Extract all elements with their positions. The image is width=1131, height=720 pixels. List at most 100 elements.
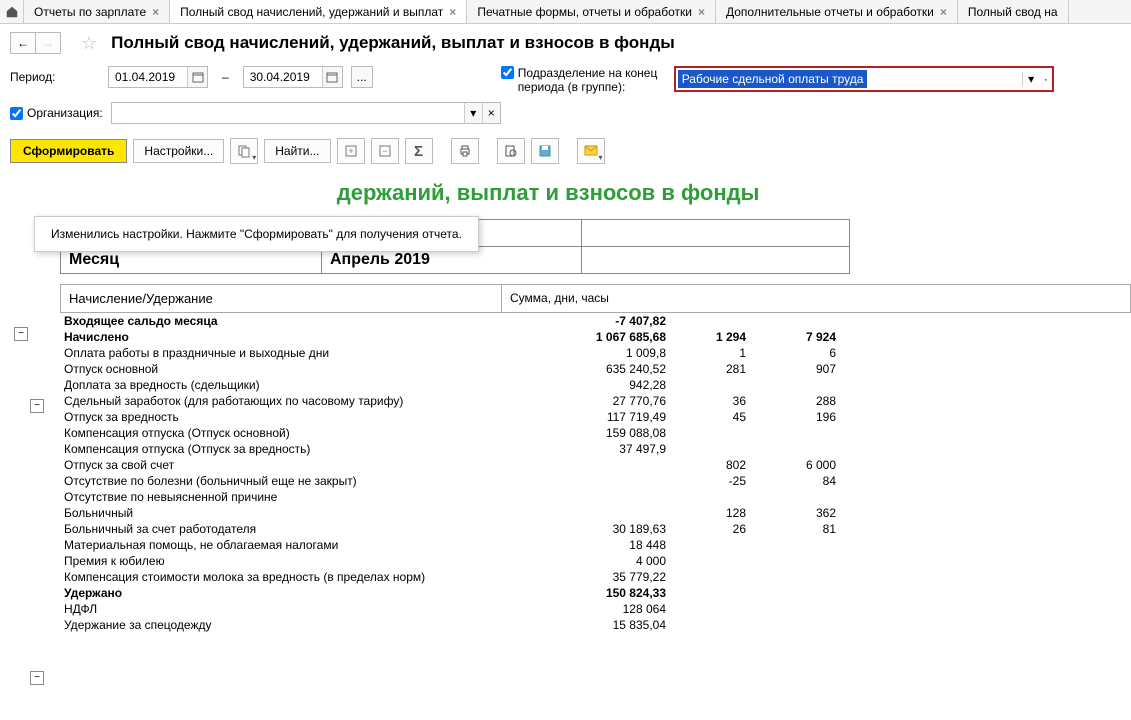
copy-icon[interactable]: ▾ xyxy=(230,138,258,164)
cell-amount xyxy=(500,489,670,505)
subdivision-label: Подразделение на конец периода (в группе… xyxy=(518,66,668,94)
date-from-field[interactable] xyxy=(109,70,187,84)
cell-hours: 6 000 xyxy=(750,457,840,473)
preview-icon[interactable] xyxy=(497,138,525,164)
home-tab[interactable] xyxy=(0,0,24,23)
print-icon[interactable] xyxy=(451,138,479,164)
date-from-input[interactable] xyxy=(108,66,208,88)
report-title: Полный свод начислений, удержаний, выпла… xyxy=(30,180,1131,206)
chevron-down-icon[interactable]: ▾ xyxy=(1022,72,1040,86)
cell-hours xyxy=(750,601,840,617)
table-row: Удержано150 824,33 xyxy=(60,585,1131,601)
subdivision-value: Рабочие сдельной оплаты труда xyxy=(678,70,868,88)
tree-collapse-icon[interactable]: − xyxy=(30,671,44,685)
cell-name: Удержано xyxy=(60,585,500,601)
table-row: Больничный за счет работодателя30 189,63… xyxy=(60,521,1131,537)
tab-reports[interactable]: Отчеты по зарплате× xyxy=(24,0,170,23)
cell-name: Отпуск за вредность xyxy=(60,409,500,425)
find-button[interactable]: Найти... xyxy=(264,139,330,163)
close-icon[interactable]: × xyxy=(152,5,159,19)
cell-days xyxy=(670,585,750,601)
close-icon[interactable]: × xyxy=(698,5,705,19)
cell-name: Отпуск основной xyxy=(60,361,500,377)
cell-hours xyxy=(750,585,840,601)
organization-combo[interactable]: ▾ × xyxy=(111,102,501,124)
favorite-icon[interactable]: ☆ xyxy=(81,33,97,54)
cell-hours xyxy=(750,489,840,505)
table-row: Отпуск за свой счет8026 000 xyxy=(60,457,1131,473)
tab-print-forms[interactable]: Печатные формы, отчеты и обработки× xyxy=(467,0,716,23)
cell-amount xyxy=(500,505,670,521)
form-button[interactable]: Сформировать xyxy=(10,139,127,163)
forward-button[interactable]: → xyxy=(35,32,61,54)
collapse-all-icon[interactable]: − xyxy=(371,138,399,164)
cell-hours xyxy=(750,537,840,553)
cell-name: Отсутствие по невыясненной причине xyxy=(60,489,500,505)
cell-amount: 4 000 xyxy=(500,553,670,569)
svg-text:+: + xyxy=(348,146,353,156)
cell-amount xyxy=(500,457,670,473)
close-icon[interactable]: × xyxy=(940,5,947,19)
tree-collapse-icon[interactable]: − xyxy=(14,327,28,341)
tree-collapse-icon[interactable]: − xyxy=(30,399,44,413)
cell-name: НДФЛ xyxy=(60,601,500,617)
cell-amount: 35 779,22 xyxy=(500,569,670,585)
expand-all-icon[interactable]: + xyxy=(337,138,365,164)
close-icon[interactable]: × xyxy=(449,5,456,19)
clear-icon[interactable]: × xyxy=(482,103,500,123)
cell-hours: 81 xyxy=(750,521,840,537)
cell-amount: 37 497,9 xyxy=(500,441,670,457)
cell-amount: 128 064 xyxy=(500,601,670,617)
table-row: Доплата за вредность (сдельщики)942,28 xyxy=(60,377,1131,393)
table-row: Входящее сальдо месяца-7 407,82 xyxy=(60,313,1131,329)
date-to-field[interactable] xyxy=(244,70,322,84)
cell-amount: 635 240,52 xyxy=(500,361,670,377)
cell-days: 281 xyxy=(670,361,750,377)
cell-hours: 196 xyxy=(750,409,840,425)
table-row: Компенсация отпуска (Отпуск за вредность… xyxy=(60,441,1131,457)
cell-days xyxy=(670,441,750,457)
period-picker-button[interactable]: ... xyxy=(351,66,373,88)
cell-amount: 150 824,33 xyxy=(500,585,670,601)
calendar-icon[interactable] xyxy=(187,67,207,87)
table-row: Больничный128362 xyxy=(60,505,1131,521)
cell-name: Доплата за вредность (сдельщики) xyxy=(60,377,500,393)
tab-full-summary-2[interactable]: Полный свод на xyxy=(958,0,1069,23)
cell-days: 128 xyxy=(670,505,750,521)
cell-days: 1 xyxy=(670,345,750,361)
cell-days: 26 xyxy=(670,521,750,537)
svg-text:−: − xyxy=(382,146,387,156)
cell-hours xyxy=(750,617,840,633)
cell-amount: 1 067 685,68 xyxy=(500,329,670,345)
table-row: Удержание за спецодежду15 835,04 xyxy=(60,617,1131,633)
subdivision-combo[interactable]: Рабочие сдельной оплаты труда ▾ · xyxy=(674,66,1054,92)
subdivision-checkbox[interactable] xyxy=(501,66,514,79)
organization-field[interactable] xyxy=(112,103,464,123)
cell-amount: 117 719,49 xyxy=(500,409,670,425)
cell-hours xyxy=(750,569,840,585)
save-icon[interactable] xyxy=(531,138,559,164)
combo-more-icon[interactable]: · xyxy=(1040,72,1052,86)
tab-additional[interactable]: Дополнительные отчеты и обработки× xyxy=(716,0,958,23)
cell-hours: 6 xyxy=(750,345,840,361)
date-to-input[interactable] xyxy=(243,66,343,88)
cell-days xyxy=(670,601,750,617)
cell-name: Премия к юбилею xyxy=(60,553,500,569)
cell-name: Сдельный заработок (для работающих по ча… xyxy=(60,393,500,409)
settings-button[interactable]: Настройки... xyxy=(133,139,224,163)
organization-label: Организация: xyxy=(27,106,103,120)
table-row: Компенсация стоимости молока за вредност… xyxy=(60,569,1131,585)
table-row: Компенсация отпуска (Отпуск основной)159… xyxy=(60,425,1131,441)
back-button[interactable]: ← xyxy=(10,32,36,54)
tab-full-summary[interactable]: Полный свод начислений, удержаний и выпл… xyxy=(170,0,467,23)
chevron-down-icon[interactable]: ▾ xyxy=(464,103,482,123)
organization-checkbox[interactable] xyxy=(10,107,23,120)
cell-hours: 907 xyxy=(750,361,840,377)
cell-days xyxy=(670,537,750,553)
cell-days: -25 xyxy=(670,473,750,489)
mail-icon[interactable]: ▾ xyxy=(577,138,605,164)
cell-hours xyxy=(750,313,840,329)
calendar-icon[interactable] xyxy=(322,67,342,87)
cell-amount xyxy=(500,473,670,489)
sum-icon[interactable]: Σ xyxy=(405,138,433,164)
